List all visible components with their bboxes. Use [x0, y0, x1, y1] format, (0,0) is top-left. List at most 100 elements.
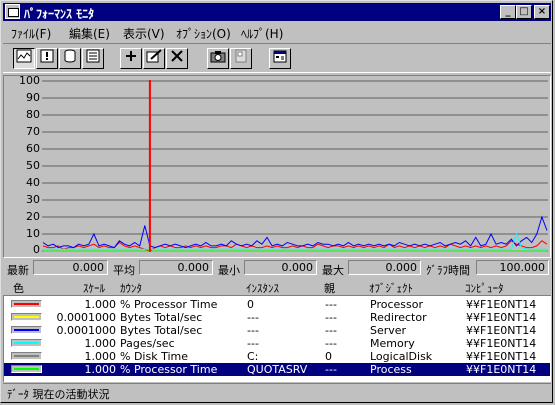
color-swatch — [11, 313, 42, 321]
counter-name: Pages/sec — [120, 337, 175, 350]
counter-object: Process — [370, 363, 412, 376]
counter-parent: --- — [325, 324, 337, 337]
chart-view-icon[interactable] — [13, 48, 35, 69]
color-swatch — [11, 365, 42, 373]
column-parent: 親 — [324, 282, 335, 295]
counter-parent: 0 — [325, 350, 332, 363]
counter-scale: 1.000 — [84, 350, 117, 363]
add-counter-icon[interactable] — [120, 48, 142, 69]
report-view-icon[interactable] — [82, 48, 104, 69]
counter-scale: 0.0001000 — [56, 311, 117, 324]
chart-panel: 100 90 80 70 60 50 40 30 20 10 0 — [3, 74, 551, 258]
stat-average-value: 0.000 — [139, 260, 213, 275]
column-scale: ｽｹｰﾙ — [83, 282, 105, 295]
counter-parent: --- — [325, 363, 337, 376]
counter-computer: ¥¥F1E0NT14 — [466, 298, 537, 311]
counter-object: Redirector — [370, 311, 427, 324]
counter-name: % Disk Time — [120, 350, 188, 363]
maximize-button[interactable]: □ — [516, 5, 532, 19]
counter-object: LogicalDisk — [370, 350, 433, 363]
chart-plot — [42, 80, 548, 252]
counter-row[interactable]: 0.0001000 Bytes Total/sec --- --- Server… — [4, 324, 550, 337]
counter-row[interactable]: 1.000 % Processor Time 0 --- Processor ¥… — [4, 298, 550, 311]
menu-help[interactable]: ﾍﾙﾌﾟ(H) — [241, 25, 283, 42]
menu-file[interactable]: ﾌｧｲﾙ(F) — [11, 25, 51, 42]
bookmark-icon[interactable] — [230, 48, 252, 69]
y-tick-label: 60 — [26, 142, 40, 155]
counter-computer: ¥¥F1E0NT14 — [466, 363, 537, 376]
counter-scale: 1.000 — [84, 298, 117, 311]
color-swatch — [11, 300, 42, 308]
counter-parent: --- — [325, 311, 337, 324]
color-swatch — [11, 339, 42, 347]
counter-name: % Processor Time — [120, 363, 218, 376]
stats-bar: 最新 0.000 平均 0.000 最小 0.000 最大 0.000 ｸﾞﾗﾌ… — [3, 260, 551, 278]
y-tick-label: 80 — [26, 108, 40, 121]
app-window: ﾊﾟﾌｫｰﾏﾝｽ ﾓﾆﾀ _ □ × ﾌｧｲﾙ(F) 編集(E) 表示(V) ｵ… — [0, 0, 553, 403]
counter-computer: ¥¥F1E0NT14 — [466, 337, 537, 350]
counter-name: % Processor Time — [120, 298, 218, 311]
counter-parent: --- — [325, 298, 337, 311]
options-icon[interactable] — [269, 48, 291, 69]
window-title: ﾊﾟﾌｫｰﾏﾝｽ ﾓﾆﾀ — [24, 7, 95, 21]
toolbar — [3, 43, 551, 73]
counter-instance: --- — [247, 311, 259, 324]
counter-computer: ¥¥F1E0NT14 — [466, 311, 537, 324]
color-swatch — [11, 352, 42, 360]
counter-list-header: 色 ｽｹｰﾙ ｶｳﾝﾀ ｲﾝｽﾀﾝｽ 親 ｵﾌﾞｼﾞｪｸﾄ ｺﾝﾋﾟｭｰﾀ — [3, 279, 551, 295]
edit-counter-icon[interactable] — [143, 48, 165, 69]
menu-view[interactable]: 表示(V) — [123, 25, 165, 42]
counter-instance: 0 — [247, 298, 254, 311]
stat-last-label: 最新 — [7, 264, 29, 277]
status-bar: ﾃﾞｰﾀ 現在の活動状況 — [3, 383, 551, 401]
counter-computer: ¥¥F1E0NT14 — [466, 350, 537, 363]
y-tick-label: 70 — [26, 125, 40, 138]
y-tick-label: 50 — [26, 159, 40, 172]
counter-object: Memory — [370, 337, 415, 350]
column-counter: ｶｳﾝﾀ — [120, 282, 142, 295]
counter-row[interactable]: 1.000 Pages/sec --- --- Memory ¥¥F1E0NT1… — [4, 337, 550, 350]
counter-row[interactable]: 0.0001000 Bytes Total/sec --- --- Redire… — [4, 311, 550, 324]
column-color: 色 — [13, 282, 24, 295]
delete-counter-icon[interactable] — [166, 48, 188, 69]
counter-scale: 1.000 — [84, 363, 117, 376]
y-tick-label: 100 — [19, 74, 40, 87]
counter-scale: 0.0001000 — [56, 324, 117, 337]
counter-name: Bytes Total/sec — [120, 324, 203, 337]
stat-average-label: 平均 — [113, 264, 135, 277]
menu-options[interactable]: ｵﾌﾟｼｮﾝ(O) — [176, 25, 231, 42]
counter-instance: QUOTASRV — [247, 363, 308, 376]
stat-last-value: 0.000 — [33, 260, 108, 275]
counter-list: 1.000 % Processor Time 0 --- Processor ¥… — [3, 295, 551, 382]
color-swatch — [11, 326, 42, 334]
counter-row[interactable]: 1.000 % Disk Time C: 0 LogicalDisk ¥¥F1E… — [4, 350, 550, 363]
counter-object: Server — [370, 324, 407, 337]
counter-name: Bytes Total/sec — [120, 311, 203, 324]
column-instance: ｲﾝｽﾀﾝｽ — [246, 282, 279, 295]
column-computer: ｺﾝﾋﾟｭｰﾀ — [465, 282, 504, 295]
y-tick-label: 10 — [26, 227, 40, 240]
menu-bar: ﾌｧｲﾙ(F) 編集(E) 表示(V) ｵﾌﾟｼｮﾝ(O) ﾍﾙﾌﾟ(H) — [3, 22, 551, 42]
log-view-icon[interactable] — [59, 48, 81, 69]
status-text: ﾃﾞｰﾀ 現在の活動状況 — [7, 388, 110, 401]
minimize-button[interactable]: _ — [500, 5, 516, 19]
counter-instance: C: — [247, 350, 259, 363]
y-tick-label: 0 — [33, 243, 40, 256]
y-tick-label: 20 — [26, 210, 40, 223]
stat-min-value: 0.000 — [244, 260, 317, 275]
performance-monitor-app-icon[interactable] — [5, 4, 20, 19]
alert-view-icon[interactable] — [36, 48, 58, 69]
stat-max-value: 0.000 — [348, 260, 421, 275]
stat-max-label: 最大 — [322, 264, 344, 277]
menu-edit[interactable]: 編集(E) — [69, 25, 110, 42]
counter-object: Processor — [370, 298, 423, 311]
title-bar[interactable]: ﾊﾟﾌｫｰﾏﾝｽ ﾓﾆﾀ _ □ × — [3, 3, 551, 21]
snapshot-icon[interactable] — [207, 48, 229, 69]
counter-row-selected[interactable]: 1.000 % Processor Time QUOTASRV --- Proc… — [4, 363, 550, 376]
counter-scale: 1.000 — [84, 337, 117, 350]
close-button[interactable]: × — [534, 5, 550, 19]
y-tick-label: 90 — [26, 91, 40, 104]
counter-instance: --- — [247, 337, 259, 350]
column-object: ｵﾌﾞｼﾞｪｸﾄ — [369, 282, 413, 295]
y-tick-label: 40 — [26, 176, 40, 189]
